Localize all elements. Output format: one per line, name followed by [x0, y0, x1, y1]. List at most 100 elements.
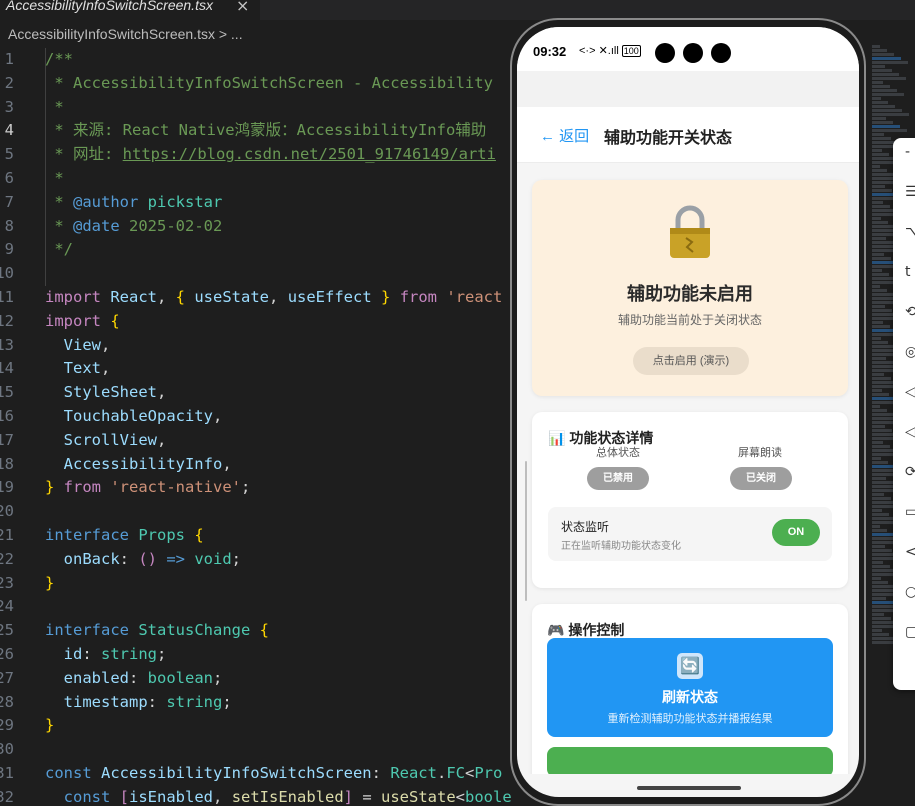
- minimap-line: [872, 105, 895, 108]
- minimap-line: [872, 101, 888, 104]
- code-line[interactable]: 32 const [isEnabled, setIsEnabled] = use…: [0, 786, 520, 806]
- code-line[interactable]: 5 * 网址: https://blog.csdn.net/2501_91746…: [0, 143, 520, 167]
- code-line[interactable]: 17 ScrollView,: [0, 429, 520, 453]
- minimap-line: [872, 165, 880, 168]
- code-line[interactable]: 8 * @date 2025-02-02: [0, 215, 520, 239]
- line-number: 19: [0, 478, 14, 497]
- minimap-line: [872, 465, 895, 468]
- minimap-line: [872, 205, 890, 208]
- refresh-status-button[interactable]: 🔄 刷新状态 重新检测辅助功能状态并播报结果: [547, 638, 833, 737]
- line-number: 1: [4, 50, 14, 68]
- code-line[interactable]: 9 */: [0, 238, 520, 262]
- code-line[interactable]: 6 *: [0, 167, 520, 191]
- monitor-toggle[interactable]: ON: [772, 519, 820, 546]
- toolbar-icon[interactable]: ⟳: [905, 464, 915, 480]
- code-line[interactable]: 15 StyleSheet,: [0, 381, 520, 405]
- next-action-button[interactable]: [547, 747, 833, 774]
- code-line[interactable]: 28 timestamp: string;: [0, 691, 520, 715]
- line-number: 6: [4, 168, 14, 187]
- code-line[interactable]: 24: [0, 595, 520, 619]
- code-text: * 网址: https://blog.csdn.net/2501_9174614…: [45, 145, 496, 164]
- overall-status-label: 总体状态: [596, 447, 640, 459]
- scrollbar[interactable]: [525, 461, 527, 601]
- minimap-line: [872, 81, 883, 84]
- page-title: 辅助功能开关状态: [604, 130, 733, 147]
- toolbar-icon[interactable]: ○: [905, 584, 915, 600]
- code-line[interactable]: 26 id: string;: [0, 643, 520, 667]
- status-time: 09:32: [533, 44, 567, 59]
- close-icon[interactable]: ×: [236, 0, 249, 15]
- code-line[interactable]: 21 interface Props {: [0, 524, 520, 548]
- editor-tab[interactable]: AccessibilityInfoSwitchScreen.tsx ×: [0, 0, 260, 20]
- code-line[interactable]: 10: [0, 262, 520, 286]
- code-line[interactable]: 4 * 来源: React Native鸿蒙版：AccessibilityInf…: [0, 119, 520, 143]
- code-line[interactable]: 1 /**: [0, 48, 520, 72]
- code-line[interactable]: 20: [0, 500, 520, 524]
- code-line[interactable]: 19} from 'react-native';: [0, 476, 520, 500]
- minimap-line: [872, 361, 893, 364]
- toolbar-icon[interactable]: -: [905, 144, 910, 160]
- minimap-line: [872, 293, 894, 296]
- minimap-line: [872, 561, 883, 564]
- code-line[interactable]: 29}: [0, 714, 520, 738]
- minimap-line: [872, 173, 894, 176]
- line-number: 17: [0, 430, 14, 449]
- editor-tab-bar: AccessibilityInfoSwitchScreen.tsx ×: [0, 0, 915, 20]
- code-line[interactable]: 12 import {: [0, 310, 520, 334]
- scroll-content[interactable]: 辅助功能未启用 辅助功能当前处于关闭状态 点击启用 (演示) 📊 功能状态详情 …: [517, 164, 859, 774]
- toolbar-icon[interactable]: t: [905, 264, 911, 280]
- screen-reader-label: 屏幕朗读: [738, 447, 782, 459]
- code-line[interactable]: 27 enabled: boolean;: [0, 667, 520, 691]
- code-line[interactable]: 13 View,: [0, 334, 520, 358]
- minimap-line: [872, 413, 894, 416]
- toolbar-icon[interactable]: ☰: [905, 184, 915, 200]
- code-text: interface Props {: [45, 525, 204, 544]
- line-number: 30: [0, 740, 14, 759]
- code-line[interactable]: 16 TouchableOpacity,: [0, 405, 520, 429]
- monitor-row: 状态监听 正在监听辅助功能状态变化 ON: [548, 507, 832, 561]
- minimap-line: [872, 153, 889, 156]
- code-line[interactable]: 23}: [0, 572, 520, 596]
- code-line[interactable]: 11 import React, { useState, useEffect } …: [0, 286, 520, 310]
- code-line[interactable]: 14 Text,: [0, 357, 520, 381]
- line-number: 3: [4, 97, 14, 116]
- toolbar-icon[interactable]: ▢: [905, 624, 915, 640]
- minimap-line: [872, 45, 880, 48]
- code-line[interactable]: 18 AccessibilityInfo,: [0, 453, 520, 477]
- status-icons: <·> ✕.ıll: [579, 45, 619, 57]
- minimap-line: [872, 545, 885, 548]
- toolbar-icon[interactable]: ◁: [905, 384, 915, 400]
- home-indicator[interactable]: [637, 786, 741, 790]
- code-line[interactable]: 3 *: [0, 96, 520, 120]
- toolbar-icon[interactable]: <: [905, 544, 915, 560]
- toolbar-icon[interactable]: ⟲: [905, 304, 915, 320]
- line-number: 23: [0, 573, 14, 592]
- minimap-line: [872, 613, 884, 616]
- toolbar-icon[interactable]: ▭: [905, 504, 915, 520]
- code-line[interactable]: 22 onBack: () => void;: [0, 548, 520, 572]
- minimap-line: [872, 117, 886, 120]
- code-text: const [isEnabled, setIsEnabled] = useSta…: [45, 787, 512, 806]
- code-line[interactable]: 2 * AccessibilityInfoSwitchScreen - Acce…: [0, 72, 520, 96]
- code-editor[interactable]: 1 /** 2 * AccessibilityInfoSwitchScreen - …: [0, 48, 520, 806]
- minimap-line: [872, 565, 890, 568]
- code-line[interactable]: 25 interface StatusChange {: [0, 619, 520, 643]
- minimap-line: [872, 445, 890, 448]
- minimap-line: [872, 585, 895, 588]
- refresh-subtitle: 重新检测辅助功能状态并播报结果: [607, 713, 773, 725]
- status-bar: 09:32 <·> ✕.ıll 100: [517, 27, 859, 71]
- toolbar-icon[interactable]: ◁: [905, 424, 915, 440]
- toolbar-icon[interactable]: ◎: [905, 344, 915, 360]
- operations-card: 🎮 操作控制 🔄 刷新状态 重新检测辅助功能状态并播报结果: [532, 604, 848, 774]
- code-text: import {: [45, 311, 120, 330]
- code-line[interactable]: 31 const AccessibilityInfoSwitchScreen: R…: [0, 762, 520, 786]
- minimap-line: [872, 65, 885, 68]
- toolbar-icon[interactable]: ⌥: [905, 224, 915, 240]
- minimap-line: [872, 389, 882, 392]
- code-line[interactable]: 7 * @author pickstar: [0, 191, 520, 215]
- breadcrumb[interactable]: AccessibilityInfoSwitchScreen.tsx > ...: [8, 26, 243, 42]
- minimap-line: [872, 225, 895, 228]
- back-button[interactable]: ← 返回: [540, 125, 589, 146]
- enable-demo-button[interactable]: 点击启用 (演示): [633, 347, 749, 375]
- code-line[interactable]: 30: [0, 738, 520, 762]
